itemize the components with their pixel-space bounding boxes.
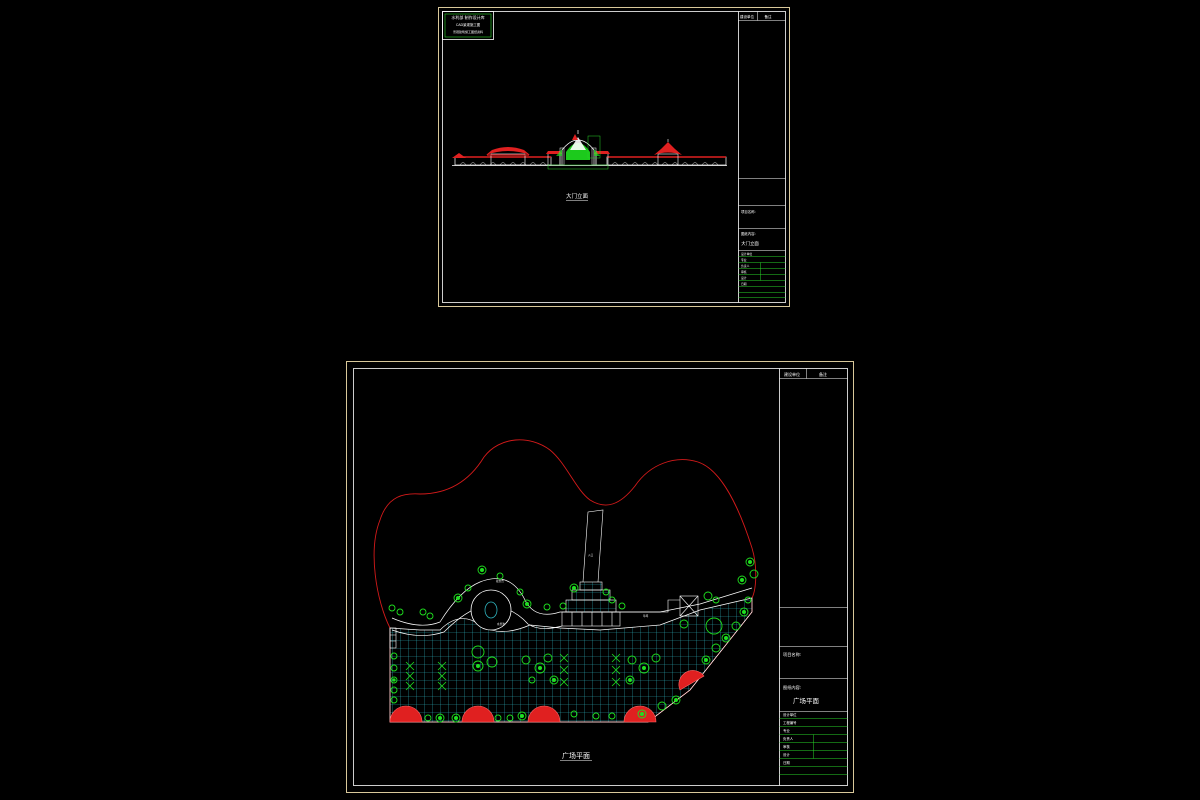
cad-drawing-canvas: 水利部 制作设计库 CAD景观施工图 景观建筑施工图纸资料 建设单位 备注 项目… <box>346 7 854 793</box>
sheet2-table-row-5: 设计 <box>783 752 790 757</box>
gate-elevation-drawing: 大门立面 <box>452 130 727 201</box>
circular-pond <box>470 589 512 631</box>
sheet1-logo-line3: 景观建筑施工图纸资料 <box>453 29 483 34</box>
sheet1-caption: 大门立面 <box>566 192 589 200</box>
sheet1-title-block: 建设单位 备注 项目名称: 图纸内容: 大门立面 设计单位 专业 负责人 审核 … <box>738 11 786 303</box>
sheet1-table-row-4: 设计 <box>741 276 747 280</box>
east-pavilion-box <box>620 595 699 617</box>
sheet1-header-right: 备注 <box>765 14 773 19</box>
plan-label-deck: 观景台 <box>496 579 504 583</box>
sheet1-table-row-3: 审核 <box>741 270 747 274</box>
sheet1-drawing-label: 图纸内容: <box>741 231 756 236</box>
sheet1-logo-line2: CAD景观施工图 <box>456 22 481 27</box>
sheet-plaza-plan: 建设单位 备注 项目名称: 图纸内容: 广场平面 设计单位 工程编号 专业 负责… <box>346 361 854 793</box>
plan-label-entrance: 入口 <box>588 553 594 557</box>
sheet1-table-row-1: 专业 <box>741 258 747 262</box>
sheet2-outer-frame <box>346 361 854 793</box>
sheet2-table-row-2: 专业 <box>783 728 790 733</box>
sheet2-table-row-3: 负责人 <box>783 736 794 741</box>
plaza-paving <box>389 597 753 723</box>
sheet2-header-left: 建设单位 <box>784 371 800 377</box>
sheet1-logo-block: 水利部 制作设计库 CAD景观施工图 景观建筑施工图纸资料 <box>442 11 494 40</box>
plan-label-lawn: 草坪 <box>643 614 649 618</box>
stepped-platform <box>561 581 621 627</box>
central-gate <box>546 130 610 170</box>
sheet2-drawing-name: 广场平面 <box>793 696 820 705</box>
sheet2-table-row-0: 设计单位 <box>783 712 797 717</box>
plan-label-pond: 水景池 <box>497 622 505 626</box>
right-pavilion <box>654 139 682 166</box>
sheet2-project-label: 项目名称: <box>783 651 801 658</box>
site-boundary <box>373 439 757 629</box>
sheet1-header-left: 建设单位 <box>740 14 754 19</box>
sheet2-table-row-1: 工程编号 <box>783 720 797 725</box>
sheet2-drawing-label: 图纸内容: <box>783 684 801 691</box>
sheet2-title-block: 建设单位 备注 项目名称: 图纸内容: 广场平面 设计单位 工程编号 专业 负责… <box>779 368 848 786</box>
sheet1-logo-line1: 水利部 制作设计库 <box>451 14 484 20</box>
sheet1-table-row-2: 负责人 <box>741 264 750 268</box>
sheet2-table-row-4: 审核 <box>783 744 790 749</box>
sheet-gate-elevation: 水利部 制作设计库 CAD景观施工图 景观建筑施工图纸资料 建设单位 备注 项目… <box>438 7 790 307</box>
sheet1-project-label: 项目名称: <box>741 209 756 214</box>
sheet2-header-right: 备注 <box>819 371 827 377</box>
plaza-site-plan: 水景池 观景台 草坪 入口 广场平面 <box>373 439 759 761</box>
sheet2-caption: 广场平面 <box>562 751 590 760</box>
sheet1-drawing-name: 大门立面 <box>741 240 759 247</box>
sheet1-table-row-5: 日期 <box>741 282 747 286</box>
sheet1-table-row-0: 设计单位 <box>741 252 752 256</box>
sheet2-table-row-6: 日期 <box>783 760 790 765</box>
sheet2-inner-frame <box>353 368 848 786</box>
left-pavilion <box>486 147 530 166</box>
